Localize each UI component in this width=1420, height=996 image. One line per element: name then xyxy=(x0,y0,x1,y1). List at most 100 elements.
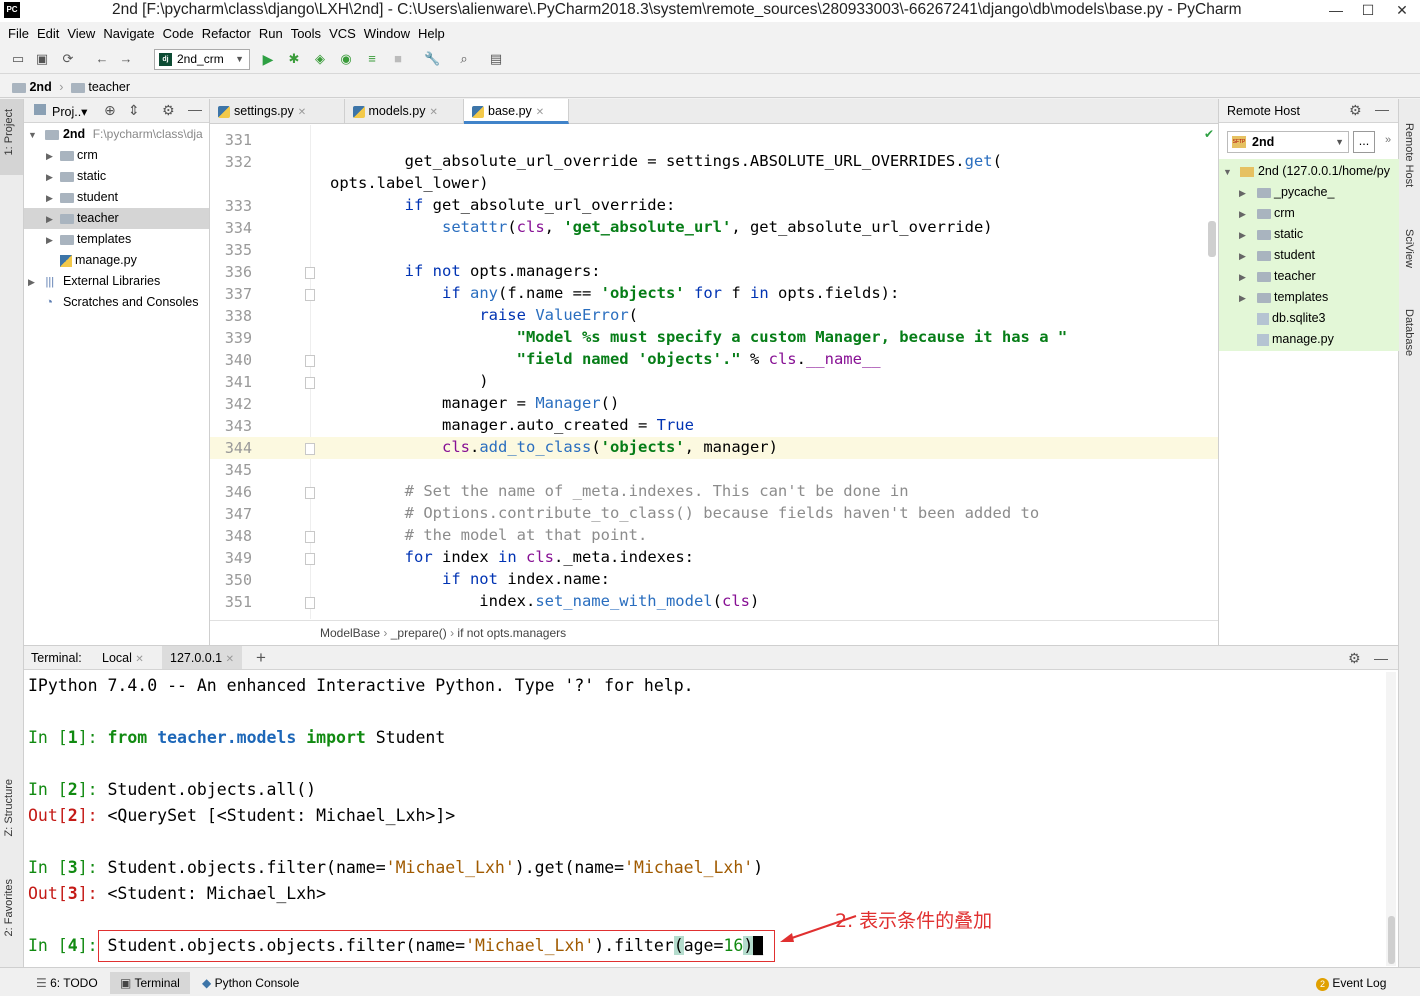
concurrency-icon[interactable]: ≡ xyxy=(364,51,380,67)
project-tree-item[interactable]: ▶ student xyxy=(24,187,118,208)
more-icon[interactable]: » xyxy=(1385,134,1391,146)
line-number: 334 xyxy=(224,219,252,237)
maximize-button[interactable]: ☐ xyxy=(1352,0,1384,20)
project-tree-item[interactable]: manage.py xyxy=(24,250,137,271)
editor-scrollbar[interactable] xyxy=(1208,221,1216,257)
stop-icon[interactable]: ■ xyxy=(390,51,406,67)
python-console-tab[interactable]: ◆ Python Console xyxy=(202,974,299,992)
add-terminal-button[interactable]: + xyxy=(256,646,266,670)
fold-marker-icon[interactable] xyxy=(305,597,315,609)
close-icon[interactable]: ✕ xyxy=(298,107,306,118)
remote-host-tool-tab[interactable]: Remote Host xyxy=(1403,123,1415,187)
project-tree-item[interactable]: ▶ templates xyxy=(24,229,131,250)
remote-tree-item[interactable]: ▶ student xyxy=(1239,245,1315,266)
structure-tool-tab[interactable]: Z: Structure xyxy=(3,779,15,836)
run-configuration-select[interactable]: dj 2nd_crm ▼ xyxy=(154,49,250,70)
fold-marker-icon[interactable] xyxy=(305,487,315,499)
menu-file[interactable]: File xyxy=(4,22,33,46)
remote-icon[interactable]: ▤ xyxy=(488,51,504,67)
sciview-tool-tab[interactable]: SciView xyxy=(1403,229,1415,268)
external-libraries[interactable]: ▶ ||| External Libraries xyxy=(28,271,160,292)
back-arrow-icon[interactable]: ← xyxy=(94,51,110,67)
menu-tools[interactable]: Tools xyxy=(287,22,325,46)
project-tree-item[interactable]: ▶ static xyxy=(24,166,106,187)
code-breadcrumb-item[interactable]: if not opts.managers xyxy=(457,626,566,640)
editor-tab[interactable]: settings.py ✕ xyxy=(210,99,345,124)
collapse-all-icon[interactable]: ⇕ xyxy=(128,102,140,119)
sync-icon[interactable]: ⟳ xyxy=(60,51,76,67)
hide-panel-icon[interactable]: — xyxy=(1375,101,1389,117)
open-folder-icon[interactable]: ▭ xyxy=(10,51,26,67)
forward-arrow-icon[interactable]: → xyxy=(118,51,134,67)
scratches-and-consoles[interactable]: ◔ Scratches and Consoles xyxy=(28,292,198,313)
wrench-icon[interactable]: 🔧 xyxy=(424,51,440,67)
fold-marker-icon[interactable] xyxy=(305,443,315,455)
todo-tab[interactable]: ☰ 6: TODO xyxy=(36,974,98,992)
hide-panel-icon[interactable]: — xyxy=(188,101,202,117)
database-tool-tab[interactable]: Database xyxy=(1403,309,1415,356)
hide-panel-icon[interactable]: — xyxy=(1374,646,1388,670)
project-tool-tab[interactable]: 1: Project xyxy=(3,109,15,155)
terminal-tool-tab[interactable]: ▣ Terminal xyxy=(110,972,190,994)
search-icon[interactable]: ⌕ xyxy=(456,51,472,67)
close-icon[interactable]: ✕ xyxy=(135,654,143,665)
locate-icon[interactable]: ⊕ xyxy=(104,102,116,119)
code-breadcrumb-item[interactable]: ModelBase xyxy=(320,626,380,640)
project-root[interactable]: ▼ 2nd F:\pycharm\class\dja xyxy=(28,124,203,145)
gear-icon[interactable]: ⚙ xyxy=(162,102,175,119)
breadcrumb-root[interactable]: 2nd xyxy=(29,80,51,94)
event-log-tab[interactable]: 2 Event Log xyxy=(1316,974,1386,992)
gear-icon[interactable]: ⚙ xyxy=(1349,102,1362,119)
project-tree-item[interactable]: ▶ crm xyxy=(24,145,98,166)
menu-edit[interactable]: Edit xyxy=(33,22,63,46)
close-window-button[interactable]: ✕ xyxy=(1386,0,1418,20)
save-icon[interactable]: ▣ xyxy=(34,51,50,67)
terminal-tab-remote[interactable]: 127.0.0.1 ✕ xyxy=(162,646,243,669)
remote-tree-item[interactable]: ▶ _pycache_ xyxy=(1239,182,1334,203)
menu-navigate[interactable]: Navigate xyxy=(99,22,158,46)
favorites-tool-tab[interactable]: 2: Favorites xyxy=(3,879,15,936)
remote-host-select[interactable]: SFTP 2nd ▼ xyxy=(1227,131,1349,153)
minimize-button[interactable]: — xyxy=(1320,0,1352,20)
close-icon[interactable]: ✕ xyxy=(536,107,544,118)
remote-tree-item[interactable]: ▶ templates xyxy=(1239,287,1328,308)
remote-tree-item[interactable]: ▶ static xyxy=(1239,224,1303,245)
menu-refactor[interactable]: Refactor xyxy=(198,22,255,46)
remote-tree-item[interactable]: manage.py xyxy=(1239,329,1334,350)
run-icon[interactable]: ▶ xyxy=(260,51,276,67)
remote-root[interactable]: ▼ 2nd (127.0.0.1/home/py xyxy=(1223,161,1390,182)
menu-window[interactable]: Window xyxy=(360,22,414,46)
fold-marker-icon[interactable] xyxy=(305,377,315,389)
coverage-icon[interactable]: ◈ xyxy=(312,51,328,67)
close-icon[interactable]: ✕ xyxy=(226,654,234,665)
fold-marker-icon[interactable] xyxy=(305,553,315,565)
terminal-scrollbar-thumb[interactable] xyxy=(1388,916,1395,964)
project-view-select[interactable]: Proj..▾ xyxy=(52,104,87,119)
menu-vcs[interactable]: VCS xyxy=(325,22,360,46)
menu-help[interactable]: Help xyxy=(414,22,449,46)
fold-marker-icon[interactable] xyxy=(305,531,315,543)
browse-button[interactable]: ... xyxy=(1353,131,1375,153)
event-count-badge: 2 xyxy=(1316,978,1329,991)
menu-run[interactable]: Run xyxy=(255,22,287,46)
editor-tab[interactable]: models.py ✕ xyxy=(345,99,464,124)
code-area[interactable]: 331 332 get_absolute_url_override = setti… xyxy=(210,125,1218,619)
fold-marker-icon[interactable] xyxy=(305,267,315,279)
debug-icon[interactable]: ✱ xyxy=(286,51,302,67)
remote-tree-item[interactable]: db.sqlite3 xyxy=(1239,308,1326,329)
project-tree-item[interactable]: ▶ teacher xyxy=(24,208,209,229)
breadcrumb-child[interactable]: teacher xyxy=(88,80,130,94)
fold-marker-icon[interactable] xyxy=(305,355,315,367)
gear-icon[interactable]: ⚙ xyxy=(1348,646,1361,670)
profile-icon[interactable]: ◉ xyxy=(338,51,354,67)
remote-tree-item[interactable]: ▶ crm xyxy=(1239,203,1295,224)
terminal-scrollbar-track[interactable] xyxy=(1386,672,1396,966)
close-icon[interactable]: ✕ xyxy=(429,107,437,118)
code-breadcrumb-item[interactable]: _prepare() xyxy=(391,626,447,640)
fold-marker-icon[interactable] xyxy=(305,289,315,301)
menu-code[interactable]: Code xyxy=(159,22,198,46)
menu-view[interactable]: View xyxy=(63,22,99,46)
remote-tree-item[interactable]: ▶ teacher xyxy=(1239,266,1316,287)
terminal-tab-local[interactable]: Local ✕ xyxy=(94,646,152,672)
editor-tab[interactable]: base.py ✕ xyxy=(464,99,569,124)
